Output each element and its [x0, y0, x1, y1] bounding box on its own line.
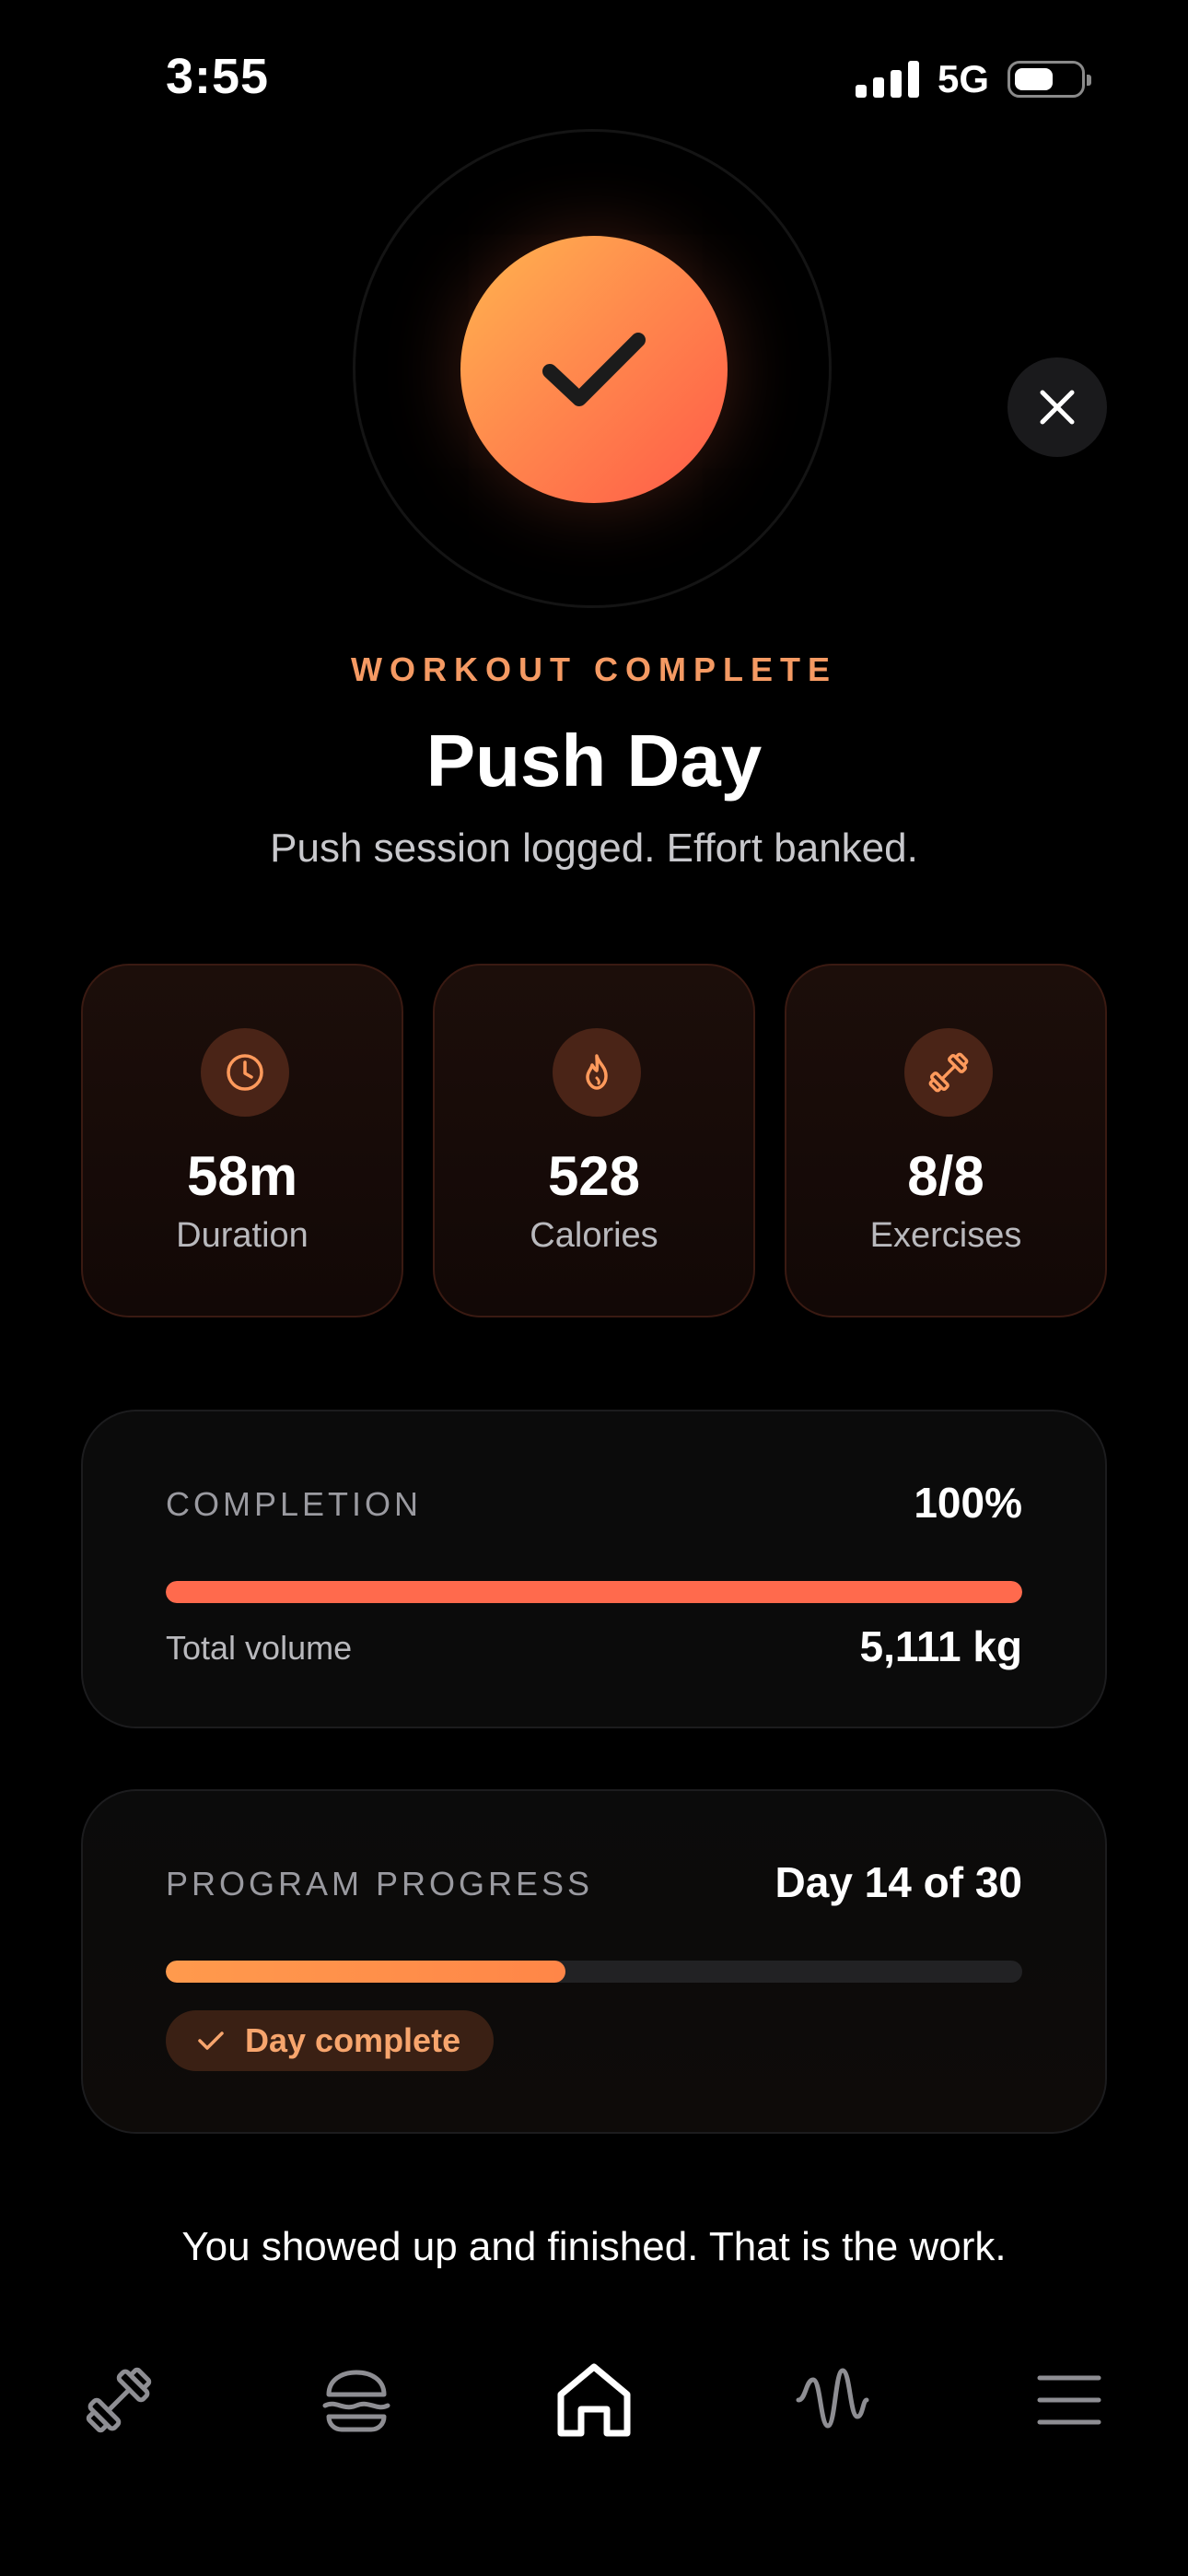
tab-home[interactable] [534, 2340, 654, 2460]
page-title: Push Day [425, 720, 763, 802]
activity-wave-icon [796, 2368, 869, 2429]
stat-card-calories: 528 Calories [433, 964, 755, 1317]
network-type: 5G [937, 57, 989, 100]
stat-card-exercises: 8/8 Exercises [785, 964, 1107, 1317]
completion-progress-fill [166, 1581, 1022, 1603]
status-time: 3:55 [166, 49, 270, 104]
program-progress-label: PROGRAM PROGRESS [166, 1865, 594, 1903]
program-progress-bar [166, 1961, 1022, 1983]
tab-bar [0, 2340, 1188, 2460]
status-indicators: 5G [855, 57, 1091, 101]
small-check-icon [198, 2032, 224, 2050]
stat-card-duration: 58m Duration [81, 964, 403, 1317]
dumbbell-icon [904, 1028, 993, 1117]
close-button[interactable] [1007, 357, 1107, 457]
close-icon [1040, 390, 1075, 425]
eyebrow-label: WORKOUT COMPLETE [351, 650, 837, 688]
tab-nutrition[interactable] [297, 2340, 416, 2460]
program-progress-value: Day 14 of 30 [775, 1858, 1022, 1906]
cellular-signal-icon [855, 61, 919, 98]
burger-food-icon [322, 2370, 390, 2432]
stat-value: 528 [547, 1145, 641, 1207]
total-volume-value: 5,111 kg [859, 1622, 1023, 1670]
completion-value: 100% [914, 1479, 1022, 1527]
tab-menu[interactable] [1009, 2340, 1129, 2460]
tab-workouts[interactable] [59, 2340, 179, 2460]
stat-value: 58m [186, 1145, 298, 1207]
stat-label: Duration [176, 1216, 309, 1255]
motivational-message: You showed up and finished. That is the … [181, 2224, 1007, 2269]
page-subtitle: Push session logged. Effort banked. [270, 825, 918, 871]
completion-panel: COMPLETION 100% Total volume 5,111 kg [81, 1410, 1107, 1728]
stats-row: 58m Duration 528 Calories 8/8 Exercises [81, 964, 1107, 1317]
tab-activity[interactable] [772, 2340, 891, 2460]
stat-label: Exercises [869, 1216, 1022, 1255]
checkmark-icon [542, 333, 646, 406]
menu-icon [1037, 2375, 1101, 2425]
battery-icon [1007, 61, 1091, 98]
flame-icon [553, 1028, 641, 1117]
program-progress-fill [166, 1961, 566, 1983]
completion-label: COMPLETION [166, 1485, 423, 1523]
completion-progress-bar [166, 1581, 1022, 1603]
battery-level [1015, 68, 1053, 90]
stat-value: 8/8 [907, 1145, 984, 1207]
day-complete-badge: Day complete [166, 2010, 495, 2071]
clock-icon [201, 1028, 289, 1117]
day-complete-label: Day complete [245, 2021, 461, 2059]
home-icon [557, 2363, 631, 2437]
completion-badge [460, 236, 728, 503]
program-progress-panel: PROGRAM PROGRESS Day 14 of 30 Day comple… [81, 1789, 1107, 2134]
stat-label: Calories [530, 1216, 658, 1255]
total-volume-label: Total volume [166, 1629, 353, 1667]
dumbbell-icon [86, 2367, 152, 2433]
